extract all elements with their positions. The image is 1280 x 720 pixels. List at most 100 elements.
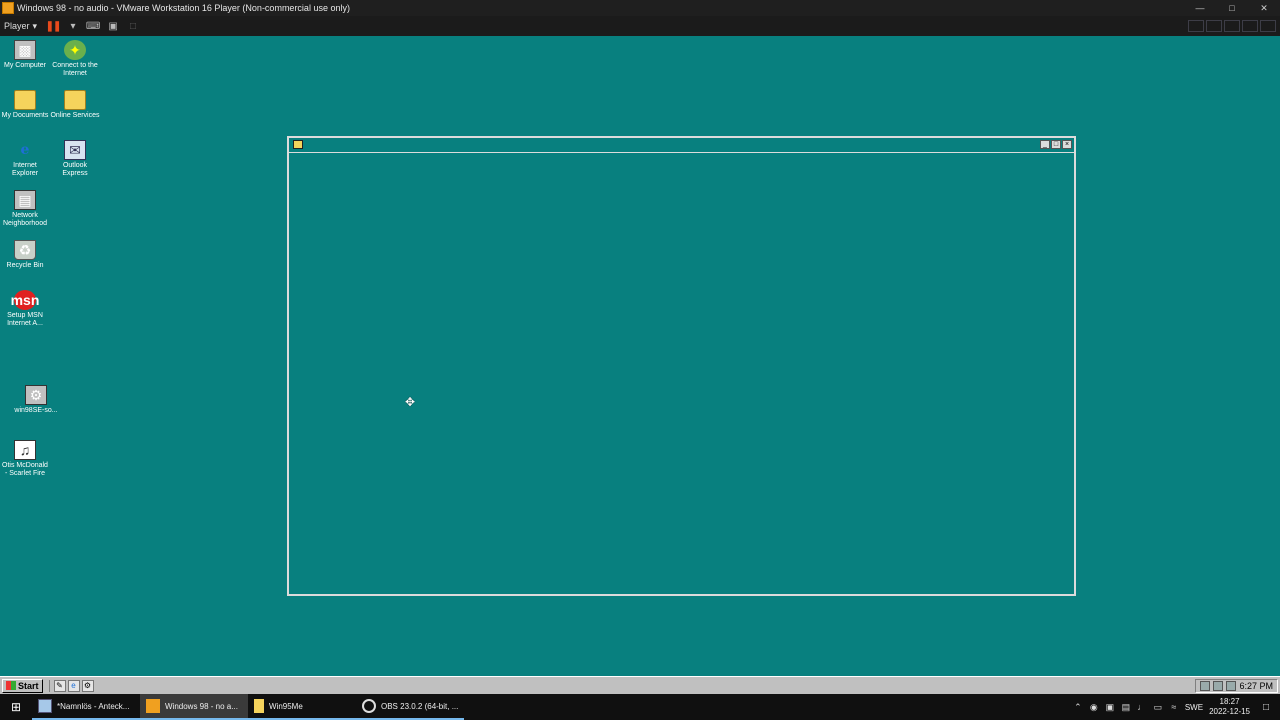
connect-icon: ✦ [64, 40, 86, 60]
close-button[interactable]: × [1062, 140, 1072, 149]
desktop-icon-label: Outlook Express [62, 162, 88, 177]
vmware-icon [146, 699, 160, 713]
task-label: OBS 23.0.2 (64-bit, ... [381, 701, 459, 711]
obs-icon [362, 699, 376, 713]
usb-icon[interactable] [1260, 20, 1276, 32]
taskbar-item-notepad[interactable]: *Namnlös - Anteck... [32, 694, 140, 720]
folder-icon [293, 140, 303, 149]
desktop-icon-recycle-bin[interactable]: ♻ Recycle Bin [0, 240, 50, 270]
desktop-icon-my-documents[interactable]: My Documents [0, 90, 50, 120]
outlook-icon: ✉ [64, 140, 86, 160]
desktop-icon-network-neighborhood[interactable]: ▤ Network Neighborhood [0, 190, 50, 228]
desktop-icon-label: Recycle Bin [6, 262, 44, 269]
host-clock[interactable]: 18:27 2022-12-15 [1209, 697, 1250, 717]
vmware-app-icon [2, 2, 14, 14]
display-icon[interactable] [1213, 680, 1224, 691]
folder-icon [64, 90, 86, 110]
task-label: Windows 98 - no a... [165, 701, 238, 711]
send-ctrl-alt-del-icon[interactable]: ⌨ [85, 19, 101, 33]
guest-desktop[interactable]: ▩ My Computer ✦ Connect to the Internet … [0, 36, 1280, 676]
wifi-icon[interactable]: ≈ [1169, 702, 1179, 712]
player-menu-label: Player [4, 21, 30, 31]
guest-taskbar: Start ✎ e ⚙ 6:27 PM [0, 676, 1280, 694]
ie-icon[interactable]: e [67, 679, 80, 692]
network-icon[interactable]: ▤ [1121, 702, 1131, 712]
window-title: Windows 98 - no audio - VMware Workstati… [17, 3, 350, 13]
msn-icon: msn [10, 290, 40, 310]
window-outline[interactable]: _ □ × [287, 136, 1076, 596]
unity-icon[interactable]: □ [125, 19, 141, 33]
host-taskbar: ⊞ *Namnlös - Anteck... Windows 98 - no a… [0, 694, 1280, 720]
desktop-icon-label: Network Neighborhood [3, 212, 47, 227]
maximize-button[interactable]: □ [1216, 0, 1248, 16]
task-label: Win95Me [269, 701, 303, 711]
vmware-titlebar: Windows 98 - no audio - VMware Workstati… [0, 0, 1280, 16]
close-button[interactable]: ✕ [1248, 0, 1280, 16]
host-system-tray: ⌃ ◉ ▣ ▤ ♩ ▭ ≈ SWE 18:27 2022-12-15 □ [1073, 697, 1280, 717]
windows-start-icon[interactable]: ⊞ [0, 694, 32, 720]
desktop-icon-setup-msn[interactable]: msn Setup MSN Internet A... [0, 290, 50, 328]
show-desktop-icon[interactable]: ✎ [53, 679, 66, 692]
desktop-icon-label: Internet Explorer [11, 162, 39, 177]
chevron-up-icon[interactable]: ⌃ [1073, 702, 1083, 712]
chevron-down-icon: ▾ [32, 20, 38, 31]
desktop-icon-online-services[interactable]: Online Services [50, 90, 100, 120]
desktop-icon-otis-mcdonald[interactable]: ♫ Otis McDonald - Scarlet Fire [0, 440, 50, 478]
language-indicator[interactable]: SWE [1185, 703, 1203, 712]
chevron-down-icon[interactable]: ▾ [65, 19, 81, 33]
guest-clock[interactable]: 6:27 PM [1239, 681, 1273, 691]
maximize-button[interactable]: □ [1051, 140, 1061, 149]
guest-system-tray: 6:27 PM [1195, 678, 1278, 693]
desktop-icon-label: My Computer [3, 62, 46, 69]
move-cursor-icon: ✥ [405, 395, 416, 409]
network-adapter-icon[interactable] [1242, 20, 1258, 32]
desktop-icon-my-computer[interactable]: ▩ My Computer [0, 40, 50, 70]
window-outline-titlebar[interactable]: _ □ × [289, 138, 1074, 153]
desktop-icon-connect-internet[interactable]: ✦ Connect to the Internet [50, 40, 100, 78]
obs-tray-icon[interactable]: ◉ [1089, 702, 1099, 712]
computer-icon: ▩ [14, 40, 36, 60]
notification-center-icon[interactable]: □ [1256, 702, 1276, 713]
cd-drive-icon[interactable] [1206, 20, 1222, 32]
desktop-icon-label: Online Services [50, 112, 100, 119]
desktop-icon-label: Connect to the Internet [52, 62, 98, 77]
floppy-icon[interactable] [1224, 20, 1240, 32]
desktop-icon-outlook-express[interactable]: ✉ Outlook Express [50, 140, 100, 178]
player-menu[interactable]: Player ▾ [0, 21, 41, 32]
folder-icon [254, 699, 264, 713]
start-button[interactable]: Start [2, 678, 43, 693]
host-date: 2022-12-15 [1209, 707, 1250, 716]
notepad-icon [38, 699, 52, 713]
desktop-icon-internet-explorer[interactable]: e Internet Explorer [0, 140, 50, 178]
minimize-button[interactable]: — [1184, 0, 1216, 16]
taskbar-item-vmware[interactable]: Windows 98 - no a... [140, 694, 248, 720]
network-icon: ▤ [14, 190, 36, 210]
channels-icon[interactable]: ⚙ [81, 679, 94, 692]
folder-icon [14, 90, 36, 110]
recycle-icon: ♻ [14, 240, 36, 260]
task-label: *Namnlös - Anteck... [57, 701, 130, 711]
ie-icon: e [20, 142, 30, 158]
vmware-tray-icon[interactable]: ▣ [1105, 702, 1115, 712]
setup-icon: ⚙ [25, 385, 47, 405]
document-icon: ♫ [14, 440, 36, 460]
pause-icon[interactable]: ❚❚ [45, 19, 62, 33]
desktop-icon-win98se-setup[interactable]: ⚙ win98SE-so... [11, 385, 61, 415]
scheduler-icon[interactable] [1200, 680, 1211, 691]
desktop-icon-label: win98SE-so... [14, 407, 58, 414]
taskbar-item-win95me[interactable]: Win95Me [248, 694, 356, 720]
host-time: 18:27 [1219, 697, 1240, 706]
network-icon[interactable] [1226, 680, 1237, 691]
desktop-icon-label: Setup MSN Internet A... [7, 312, 43, 327]
desktop-icon-label: My Documents [1, 112, 49, 119]
monitor-icon[interactable]: ▭ [1153, 702, 1163, 712]
fullscreen-icon[interactable]: ▣ [105, 19, 121, 33]
minimize-button[interactable]: _ [1040, 140, 1050, 149]
volume-icon[interactable]: ♩ [1137, 702, 1147, 712]
desktop-icon-label: Otis McDonald - Scarlet Fire [2, 462, 48, 477]
taskbar-item-obs[interactable]: OBS 23.0.2 (64-bit, ... [356, 694, 464, 720]
window-outline-controls: _ □ × [1040, 140, 1072, 149]
hard-disk-icon[interactable] [1188, 20, 1204, 32]
start-label: Start [18, 680, 39, 691]
device-status-icons [1188, 20, 1276, 32]
